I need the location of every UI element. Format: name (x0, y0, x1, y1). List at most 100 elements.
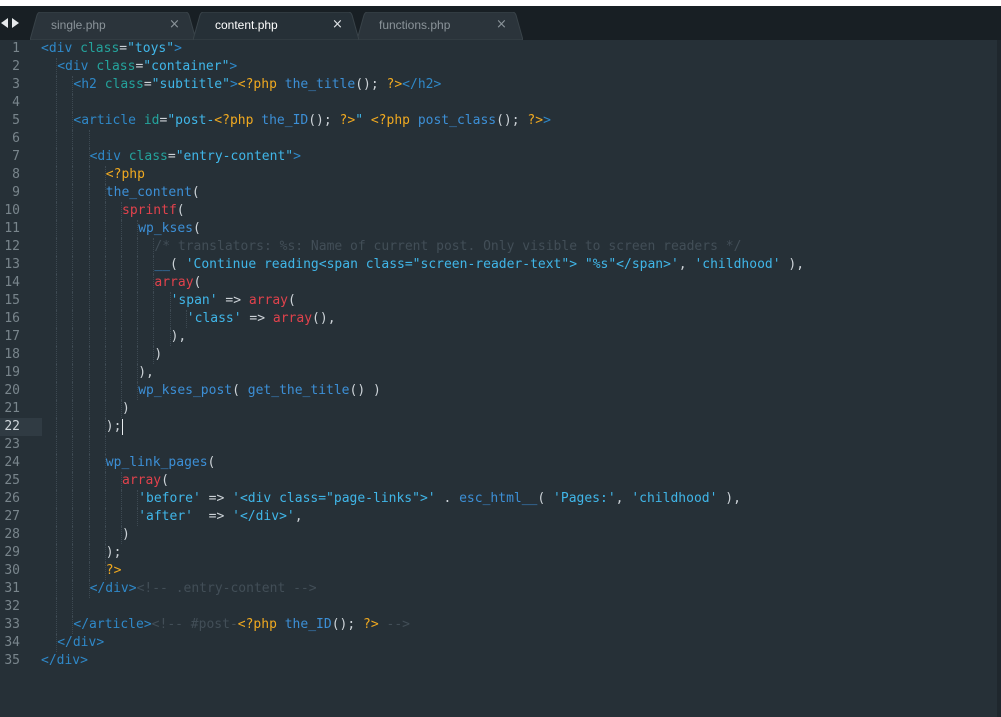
caret-left-icon[interactable] (1, 18, 8, 28)
indent-guide (88, 328, 90, 346)
punctuation: (); (355, 77, 387, 92)
code-line[interactable]: 31 </div><!-- .entry-content --> (0, 580, 1001, 598)
php-delimiter: ?> (105, 563, 122, 578)
indent-guide (56, 238, 58, 256)
code-line[interactable]: 15 'span' => array( (0, 292, 1001, 310)
punctuation: ) (154, 347, 163, 362)
line-number: 23 (4, 437, 20, 452)
indent-guide (72, 238, 74, 256)
code-line[interactable]: 10 sprintf( (0, 202, 1001, 220)
indent-guide (88, 220, 90, 238)
close-icon[interactable]: × (496, 17, 507, 32)
html-tag: <div (89, 149, 129, 164)
punctuation: (); (331, 617, 364, 632)
indent-guide (72, 526, 74, 544)
code-line[interactable]: 17), (0, 328, 1001, 346)
code-line[interactable]: 20 wp_kses_post( get_the_title() ) (0, 382, 1001, 400)
code-line[interactable]: 21) (0, 400, 1001, 418)
punctuation: => (217, 293, 249, 308)
code-text: array( (122, 472, 169, 490)
code-line[interactable]: 24 wp_link_pages( (0, 454, 1001, 472)
code-line[interactable]: 18) (0, 346, 1001, 364)
indent-guide (56, 292, 58, 310)
line-number: 6 (12, 131, 20, 146)
line-number: 8 (12, 167, 20, 182)
indent-guide (72, 346, 74, 364)
indent-guide (56, 328, 58, 346)
html-tag: <div (41, 41, 81, 56)
code-text: <?php (106, 166, 145, 184)
indent-guide (104, 292, 106, 310)
code-line[interactable]: 34 </div> (0, 634, 1001, 652)
code-line[interactable]: 7 <div class="entry-content"> (0, 148, 1001, 166)
code-line[interactable]: 25 array( (0, 472, 1001, 490)
code-line[interactable]: 5 <article id="post-<?php the_ID(); ?>" <… (0, 112, 1001, 130)
code-text: sprintf( (122, 202, 185, 220)
code-text: <div class="toys"> (41, 40, 182, 58)
punctuation: (); (308, 113, 340, 128)
code-line[interactable]: 26 'before' => '<div class="page-links">'… (0, 490, 1001, 508)
code-line[interactable]: 27 'after' => '</div>', (0, 508, 1001, 526)
code-line[interactable]: 8 <?php (0, 166, 1001, 184)
caret-right-icon[interactable] (12, 18, 19, 28)
code-lines: 1 <div class="toys"> 2 <div class="containe… (0, 40, 1001, 670)
editor-scroll-edge (997, 40, 1001, 717)
code-editor[interactable]: 1 <div class="toys"> 2 <div class="containe… (0, 40, 1001, 717)
indent-guide (104, 238, 106, 256)
code-line[interactable]: 13 __( 'Continue reading<span class="scre… (0, 256, 1001, 274)
punctuation: => (200, 491, 233, 506)
code-line[interactable]: 23 (0, 436, 1001, 454)
code-line[interactable]: 28) (0, 526, 1001, 544)
indent-guide (104, 472, 106, 490)
function-name: esc_html__ (459, 491, 538, 506)
punctuation: ( (232, 383, 248, 398)
punctuation: ); (105, 545, 122, 560)
indent-guide (56, 490, 58, 508)
line-number: 18 (4, 347, 20, 362)
code-line[interactable]: 11 wp_kses( (0, 220, 1001, 238)
code-line[interactable]: 4 (0, 94, 1001, 112)
code-line[interactable]: 30 ?> (0, 562, 1001, 580)
indent-guide (88, 454, 90, 472)
code-line[interactable]: 29); (0, 544, 1001, 562)
code-line[interactable]: 33 </article><!-- #post-<?php the_ID(); ?… (0, 616, 1001, 634)
punctuation: ), (138, 365, 154, 380)
punctuation: . (435, 491, 460, 506)
code-line[interactable]: 32 (0, 598, 1001, 616)
code-line[interactable]: 19), (0, 364, 1001, 382)
indent-guide (169, 310, 171, 328)
tab-label: single.php (51, 18, 106, 32)
line-number: 17 (4, 329, 20, 344)
line-number: 19 (4, 365, 20, 380)
function-name: the_content (105, 185, 192, 200)
close-icon[interactable]: × (169, 17, 180, 32)
line-number: 7 (12, 149, 20, 164)
line-number: 27 (4, 509, 20, 524)
code-line[interactable]: 3 <h2 class="subtitle"><?php the_title();… (0, 76, 1001, 94)
indent-guide (72, 400, 74, 418)
code-line[interactable]: 1 <div class="toys"> (0, 40, 1001, 58)
code-line[interactable]: 35 </div> (0, 652, 1001, 670)
function-name: the_ID (284, 617, 332, 632)
line-number: 30 (4, 563, 20, 578)
php-delimiter: <?php (105, 167, 145, 182)
punctuation: = (167, 149, 176, 164)
tab-content-php[interactable]: content.php × (193, 12, 359, 40)
line-number: 28 (4, 527, 20, 542)
code-text: ?> (106, 562, 122, 580)
indent-guide (56, 112, 58, 130)
code-line[interactable]: 9 the_content( (0, 184, 1001, 202)
code-line[interactable]: 12 /* translators: %s: Name of current po… (0, 238, 1001, 256)
function-name: the_title (284, 77, 356, 92)
code-line[interactable]: 2 <div class="container"> (0, 58, 1001, 76)
indent-guide (56, 436, 58, 454)
code-line[interactable]: 6 (0, 130, 1001, 148)
tab-functions-php[interactable]: functions.php × (357, 12, 523, 40)
code-line[interactable]: 16 'class' => array(), (0, 310, 1001, 328)
line-number: 2 (12, 59, 20, 74)
close-icon[interactable]: × (332, 17, 343, 32)
code-line[interactable]: 22); (0, 418, 1001, 436)
indent-guide (104, 382, 106, 400)
code-line[interactable]: 14 array( (0, 274, 1001, 292)
tab-single-php[interactable]: single.php × (30, 12, 196, 40)
